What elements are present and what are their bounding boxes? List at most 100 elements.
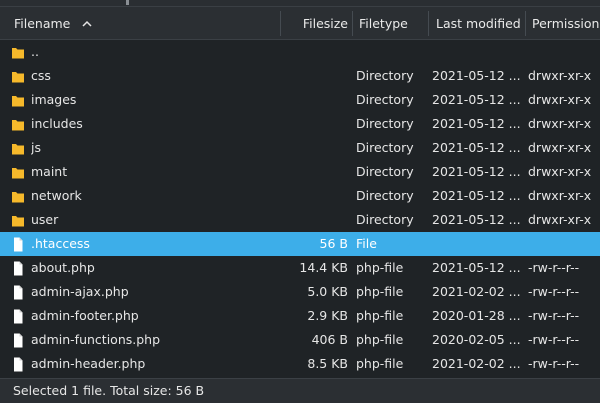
file-type: Directory	[356, 188, 414, 203]
file-icon	[10, 232, 26, 256]
file-size	[282, 112, 348, 136]
file-permissions: -rw-r--r--	[528, 308, 580, 323]
file-row[interactable]: user Directory 2021-05-12 ... drwxr-xr-x	[0, 208, 600, 232]
file-size: 14.4 KB	[299, 260, 348, 275]
file-permissions: -rw-r--r--	[528, 356, 580, 371]
file-row[interactable]: images Directory 2021-05-12 ... drwxr-xr-x	[0, 88, 600, 112]
column-header-bar: Filename Filesize Filetype Last modified…	[0, 7, 600, 40]
folder-icon	[10, 184, 26, 208]
file-type: Directory	[356, 68, 414, 83]
file-row[interactable]: includes Directory 2021-05-12 ... drwxr-xr-…	[0, 112, 600, 136]
file-name: maint	[31, 164, 68, 179]
file-permissions: -rw-r--r--	[528, 260, 580, 275]
file-permissions: drwxr-xr-x	[528, 140, 592, 155]
column-header-filetype[interactable]: Filetype	[359, 7, 427, 40]
file-type: php-file	[356, 308, 404, 323]
folder-icon	[10, 40, 26, 64]
file-row[interactable]: admin-functions.php 406 B php-file 2020-02-…	[0, 328, 600, 352]
column-divider[interactable]	[525, 11, 526, 36]
file-icon	[10, 256, 26, 280]
file-type: Directory	[356, 212, 414, 227]
file-name: css	[31, 68, 51, 83]
file-name: js	[31, 140, 41, 155]
file-last-modified	[432, 40, 524, 64]
file-name: admin-functions.php	[31, 332, 161, 347]
file-type: File	[356, 236, 377, 251]
column-divider[interactable]	[428, 11, 429, 36]
column-header-last-modified[interactable]: Last modified	[436, 7, 524, 40]
file-row[interactable]: network Directory 2021-05-12 ... drwxr-xr-x	[0, 184, 600, 208]
column-divider[interactable]	[352, 11, 353, 36]
file-last-modified: 2021-05-12 ...	[432, 260, 521, 275]
file-last-modified: 2021-05-12 ...	[432, 188, 521, 203]
file-permissions: -rw-r--r--	[528, 284, 580, 299]
file-name: user	[31, 212, 59, 227]
file-type: Directory	[356, 140, 414, 155]
file-type: php-file	[356, 356, 404, 371]
column-header-filename[interactable]: Filename	[14, 7, 274, 40]
file-row[interactable]: ..	[0, 40, 600, 64]
file-size: 2.9 KB	[307, 308, 348, 323]
file-row[interactable]: admin-footer.php 2.9 KB php-file 2020-01-28…	[0, 304, 600, 328]
column-divider[interactable]	[280, 11, 281, 36]
file-name: admin-ajax.php	[31, 284, 129, 299]
file-name: includes	[31, 116, 83, 131]
file-row[interactable]: admin-header.php 8.5 KB php-file 2021-02-02…	[0, 352, 600, 376]
file-row[interactable]: admin-ajax.php 5.0 KB php-file 2021-02-02 .…	[0, 280, 600, 304]
file-row[interactable]: about.php 14.4 KB php-file 2021-05-12 ... -r…	[0, 256, 600, 280]
file-last-modified	[432, 232, 524, 256]
file-type: php-file	[356, 260, 404, 275]
file-last-modified: 2021-05-12 ...	[432, 140, 521, 155]
file-name: admin-header.php	[31, 356, 146, 371]
file-type: Directory	[356, 92, 414, 107]
window-top-edge	[0, 0, 600, 7]
folder-icon	[10, 88, 26, 112]
file-last-modified: 2021-05-12 ...	[432, 164, 521, 179]
file-name: ..	[31, 44, 39, 59]
folder-icon	[10, 208, 26, 232]
column-header-permissions[interactable]: Permissions	[532, 7, 600, 40]
file-name: images	[31, 92, 77, 107]
file-name: network	[31, 188, 82, 203]
file-row[interactable]: js Directory 2021-05-12 ... drwxr-xr-x	[0, 136, 600, 160]
toolbar-remnant	[126, 0, 129, 5]
file-size	[282, 64, 348, 88]
status-bar: Selected 1 file. Total size: 56 B	[0, 378, 600, 403]
folder-icon	[10, 160, 26, 184]
remote-file-list-panel: Filename Filesize Filetype Last modified…	[0, 7, 600, 403]
file-type: Directory	[356, 116, 414, 131]
file-size	[282, 184, 348, 208]
file-last-modified: 2020-01-28 ...	[432, 308, 521, 323]
folder-icon	[10, 112, 26, 136]
file-size: 56 B	[319, 236, 348, 251]
file-permissions: drwxr-xr-x	[528, 188, 592, 203]
status-text: Selected 1 file. Total size: 56 B	[13, 383, 205, 398]
file-icon	[10, 304, 26, 328]
file-size: 406 B	[311, 332, 348, 347]
file-last-modified: 2021-02-02 ...	[432, 356, 521, 371]
file-permissions: drwxr-xr-x	[528, 212, 592, 227]
file-size	[282, 88, 348, 112]
column-header-filename-label: Filename	[14, 16, 71, 31]
file-size	[282, 160, 348, 184]
file-permissions: drwxr-xr-x	[528, 92, 592, 107]
file-size: 8.5 KB	[307, 356, 348, 371]
file-permissions: drwxr-xr-x	[528, 68, 592, 83]
file-size	[282, 40, 348, 64]
file-row-selected[interactable]: .htaccess 56 B File	[0, 232, 600, 256]
file-row[interactable]: css Directory 2021-05-12 ... drwxr-xr-x	[0, 64, 600, 88]
column-header-filesize[interactable]: Filesize	[282, 7, 348, 40]
file-row[interactable]: maint Directory 2021-05-12 ... drwxr-xr-x	[0, 160, 600, 184]
file-name: .htaccess	[31, 236, 90, 251]
file-type	[356, 40, 426, 64]
file-type: php-file	[356, 284, 404, 299]
file-size: 5.0 KB	[307, 284, 348, 299]
file-icon	[10, 352, 26, 376]
file-permissions: drwxr-xr-x	[528, 116, 592, 131]
file-type: php-file	[356, 332, 404, 347]
sort-ascending-icon	[82, 20, 92, 27]
file-icon	[10, 328, 26, 352]
file-last-modified: 2021-02-02 ...	[432, 284, 521, 299]
file-last-modified: 2021-05-12 ...	[432, 92, 521, 107]
folder-icon	[10, 64, 26, 88]
